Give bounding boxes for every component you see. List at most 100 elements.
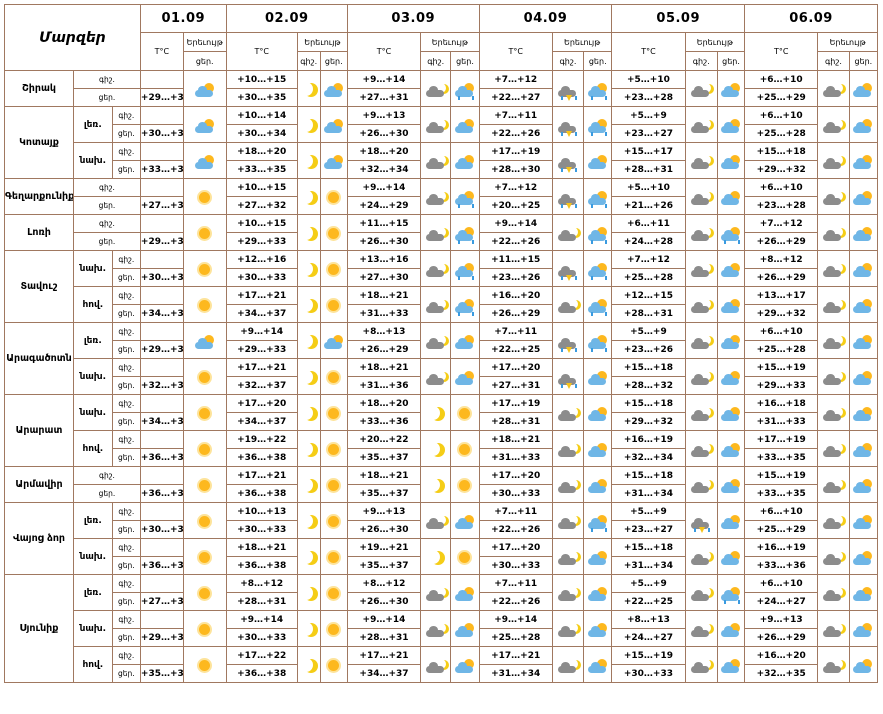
weather-cell (420, 466, 452, 503)
weather-header: Երեւույթ (182, 32, 227, 52)
weather-cell (296, 214, 321, 251)
weather-cell (450, 214, 480, 251)
weather-cell (182, 214, 227, 251)
day-temp: +24…+29 (346, 196, 422, 215)
weather-header: Երեւույթ (684, 32, 746, 52)
day-temp: +34…+37 (225, 412, 298, 431)
weather-cell (583, 538, 613, 575)
partly-cloudy-night-icon (823, 479, 843, 493)
weather-cell (848, 394, 879, 431)
moon-icon (299, 190, 313, 204)
moon-icon (299, 334, 313, 348)
night-temp: +13…+16 (346, 250, 422, 269)
night-temp: +17…+20 (478, 466, 553, 485)
weather-cell (817, 178, 850, 215)
partly-cloudy-day-icon (853, 334, 873, 349)
night-header: գիշ. (551, 51, 585, 71)
night-temp: +10…+15 (225, 178, 298, 197)
subregion-label: նախ. (73, 142, 113, 179)
day-label: ցեր. (111, 592, 141, 611)
night-header: գիշ. (684, 51, 718, 71)
weather-cell (817, 466, 850, 503)
moon-icon (299, 370, 313, 384)
night-temp: +7…+12 (478, 178, 553, 197)
weather-cell (716, 538, 746, 575)
night-temp: +17…+21 (478, 646, 553, 665)
night-temp: +8…+12 (744, 250, 819, 269)
partly-cloudy-night-icon (425, 299, 446, 313)
day-temp: +32…+37 (225, 376, 298, 395)
day-temp: +22…+26 (478, 124, 553, 143)
weather-cell (716, 178, 746, 215)
partly-cloudy-day-icon (853, 514, 873, 529)
weather-cell (684, 142, 718, 179)
night-temp: +20…+22 (346, 430, 422, 449)
day-temp: +22…+26 (478, 592, 553, 611)
night-temp: +17…+19 (478, 394, 553, 413)
night-label: գիշ. (111, 394, 141, 413)
partly-cloudy-night-icon (691, 587, 711, 601)
weather-cell (848, 538, 879, 575)
sun-icon (199, 552, 211, 563)
night-header: գիշ. (817, 51, 850, 71)
moon-icon (299, 550, 313, 564)
empty-cell (139, 250, 184, 269)
weather-cell (551, 502, 585, 539)
night-temp: +9…+14 (346, 610, 422, 629)
weather-cell (551, 286, 585, 323)
partly-cloudy-day-icon (454, 658, 475, 673)
night-temp: +16…+20 (478, 286, 553, 305)
moon-icon (299, 586, 313, 600)
partly-cloudy-night-icon (691, 299, 711, 313)
night-temp: +12…+15 (611, 286, 686, 305)
partly-cloudy-day-icon (587, 550, 608, 565)
weather-cell (848, 286, 879, 323)
sun-icon (328, 264, 340, 275)
partly-cloudy-day-icon (454, 118, 475, 133)
night-temp: +17…+22 (225, 646, 298, 665)
weather-cell (182, 142, 227, 179)
partly-cloudy-day-icon (853, 190, 873, 205)
weather-cell (296, 250, 321, 287)
partly-cloudy-day-icon (194, 82, 215, 97)
weather-cell (450, 250, 480, 287)
day-label: ցեր. (111, 376, 141, 395)
day-temp: +34…+37 (225, 304, 298, 323)
weather-cell (450, 574, 480, 611)
day-temp: +31…+34 (611, 556, 686, 575)
weather-cell (450, 538, 480, 575)
moon-icon (299, 622, 313, 636)
night-temp: +15…+18 (611, 466, 686, 485)
day-label: ցեր. (111, 340, 141, 359)
partly-cloudy-night-icon (425, 659, 446, 673)
partly-cloudy-night-icon (425, 371, 446, 385)
partly-cloudy-night-icon (823, 551, 843, 565)
partly-cloudy-night-icon (425, 83, 446, 97)
table-row: Արագածոտն լեռ. գիշ. +9…+14 +8…+13 +7…+11 +5…+9… (4, 322, 879, 395)
day-temp: +29…+33 (225, 340, 298, 359)
weather-cell (848, 466, 879, 503)
weather-cell (817, 214, 850, 251)
weather-cell (420, 214, 452, 251)
weather-cell (450, 70, 480, 107)
day-label: ցեր. (73, 484, 141, 503)
partly-cloudy-day-icon (853, 658, 873, 673)
weather-cell (551, 610, 585, 647)
night-temp: +15…+19 (744, 358, 819, 377)
night-temp: +9…+13 (346, 106, 422, 125)
partly-cloudy-day-icon (721, 478, 741, 493)
region-name: Տավուշ (4, 250, 74, 323)
sun-cloud-rain-icon (454, 298, 475, 316)
night-temp: +9…+14 (225, 610, 298, 629)
weather-cell (684, 358, 718, 395)
partly-cloudy-night-icon (557, 479, 578, 493)
night-temp: +15…+17 (611, 142, 686, 161)
empty-cell (139, 502, 184, 521)
day-temp: +31…+36 (346, 376, 422, 395)
weather-cell (319, 502, 348, 539)
partly-cloudy-day-icon (587, 442, 608, 457)
weather-cell (848, 646, 879, 683)
partly-cloudy-night-icon (425, 191, 446, 205)
date-header: 02.09 (225, 4, 348, 33)
weather-cell (319, 646, 348, 683)
